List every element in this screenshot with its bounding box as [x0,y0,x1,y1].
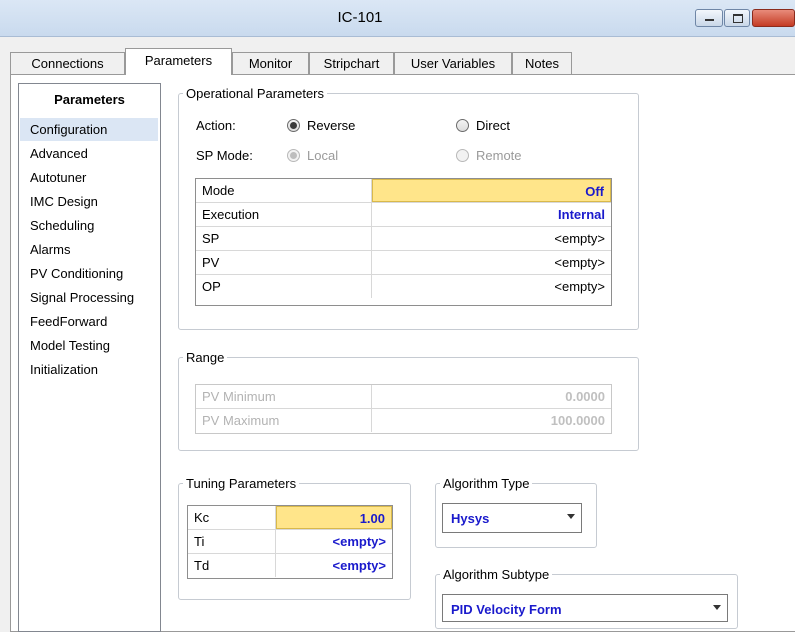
tab-parameters[interactable]: Parameters [125,48,232,75]
td-name: Td [188,554,276,577]
nav-item-feedforward[interactable]: FeedForward [20,310,158,333]
direct-radio[interactable] [456,119,469,132]
nav-item-initialization[interactable]: Initialization [20,358,158,381]
nav-item-pv-conditioning[interactable]: PV Conditioning [20,262,158,285]
table-row[interactable]: Kc 1.00 [188,506,392,530]
nav-header: Parameters [54,92,125,107]
pv-minimum-value: 0.0000 [565,389,605,404]
execution-name: Execution [196,203,372,226]
chevron-down-icon [567,514,575,519]
reverse-label: Reverse [307,118,356,133]
algorithm-subtype-legend: Algorithm Subtype [443,567,550,582]
ti-value[interactable]: <empty> [333,534,386,549]
action-label: Action: [196,118,236,133]
close-button[interactable] [752,9,795,27]
pv-maximum-name: PV Maximum [196,409,372,432]
nav-item-imc-design[interactable]: IMC Design [20,190,158,213]
algorithm-type-value: Hysys [451,511,490,526]
maximize-icon [733,14,743,23]
mode-name: Mode [196,179,372,202]
tuning-parameters-legend: Tuning Parameters [186,476,297,491]
table-row[interactable]: PV <empty> [196,251,611,275]
tab-connections[interactable]: Connections [10,52,125,74]
algorithm-subtype-dropdown[interactable]: PID Velocity Form [442,594,728,622]
nav-item-scheduling[interactable]: Scheduling [20,214,158,237]
nav-item-autotuner[interactable]: Autotuner [20,166,158,189]
nav-item-configuration[interactable]: Configuration [20,118,158,141]
table-row: PV Minimum 0.0000 [196,385,611,409]
table-row[interactable]: Ti <empty> [188,530,392,554]
pv-minimum-name: PV Minimum [196,385,372,408]
maximize-button[interactable] [724,9,750,27]
execution-value[interactable]: Internal [558,207,605,222]
pv-maximum-value: 100.0000 [550,413,605,428]
algorithm-subtype-value: PID Velocity Form [451,602,562,617]
remote-radio[interactable] [456,149,469,162]
op-value[interactable]: <empty> [372,275,611,298]
pv-value[interactable]: <empty> [372,251,611,274]
sp-name: SP [196,227,372,250]
range-grid: PV Minimum 0.0000 PV Maximum 100.0000 [195,384,612,434]
table-row[interactable]: SP <empty> [196,227,611,251]
nav-item-advanced[interactable]: Advanced [20,142,158,165]
operational-parameters-legend: Operational Parameters [186,86,325,101]
table-row[interactable]: Execution Internal [196,203,611,227]
nav-item-signal-processing[interactable]: Signal Processing [20,286,158,309]
tab-monitor[interactable]: Monitor [232,52,309,74]
table-row[interactable]: Mode Off [196,179,611,203]
chevron-down-icon [713,605,721,610]
local-label: Local [307,148,339,163]
tuning-grid: Kc 1.00 Ti <empty> Td <empty> [187,505,393,579]
title-bar: IC-101 [0,0,795,37]
td-value[interactable]: <empty> [333,558,386,573]
tab-user-variables[interactable]: User Variables [394,52,512,74]
reverse-radio[interactable] [287,119,300,132]
ti-name: Ti [188,530,276,553]
local-radio[interactable] [287,149,300,162]
nav-item-model-testing[interactable]: Model Testing [20,334,158,357]
table-row: PV Maximum 100.0000 [196,409,611,433]
operational-grid: Mode Off Execution Internal SP <empty> P… [195,178,612,306]
tab-notes[interactable]: Notes [512,52,572,74]
kc-name: Kc [188,506,276,529]
sp-mode-label: SP Mode: [196,148,253,163]
mode-value: Off [372,179,611,202]
algorithm-type-legend: Algorithm Type [443,476,530,491]
nav-item-alarms[interactable]: Alarms [20,238,158,261]
parameters-nav: Parameters Configuration Advanced Autotu… [18,83,161,632]
kc-value[interactable]: 1.00 [360,511,385,526]
algorithm-type-dropdown[interactable]: Hysys [442,503,582,533]
table-row[interactable]: Td <empty> [188,554,392,578]
table-row[interactable]: OP <empty> [196,275,611,299]
sp-value[interactable]: <empty> [372,227,611,250]
range-legend: Range [186,350,225,365]
remote-label: Remote [476,148,522,163]
minimize-button[interactable] [695,9,723,27]
direct-label: Direct [476,118,510,133]
pv-name: PV [196,251,372,274]
tab-stripchart[interactable]: Stripchart [309,52,394,74]
op-name: OP [196,275,372,298]
window-title: IC-101 [337,9,383,26]
minimize-icon [705,19,714,21]
